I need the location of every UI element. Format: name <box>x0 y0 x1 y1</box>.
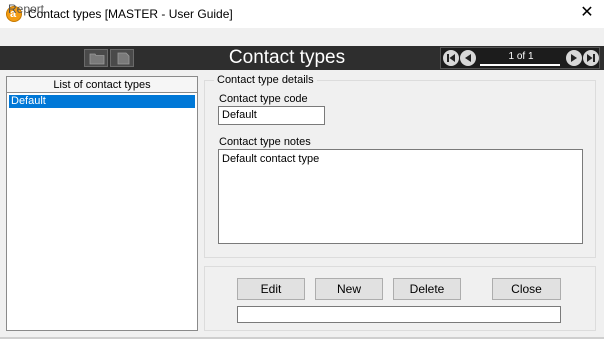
nav-first-button[interactable] <box>443 50 459 66</box>
nav-prev-icon <box>465 54 471 62</box>
notes-field[interactable]: Default contact type <box>218 149 583 244</box>
menu-bar <box>0 28 604 46</box>
details-group-title: Contact type details <box>214 73 317 87</box>
nav-last-icon <box>587 54 595 62</box>
page-indicator-underline <box>480 64 560 66</box>
edit-button[interactable]: Edit <box>237 278 305 300</box>
page-button[interactable] <box>110 49 134 67</box>
window-close-button[interactable]: ✕ <box>578 4 596 22</box>
contact-types-list[interactable] <box>6 76 198 331</box>
nav-last-button[interactable] <box>583 50 599 66</box>
nav-first-icon <box>447 54 455 62</box>
delete-button[interactable]: Delete <box>393 278 461 300</box>
folder-button[interactable] <box>84 49 108 67</box>
page-indicator: 1 of 1 <box>508 51 534 62</box>
menu-item-report[interactable]: Report <box>8 2 44 16</box>
code-field[interactable]: Default <box>218 106 325 125</box>
page-icon <box>117 52 130 65</box>
nav-next-icon <box>571 54 577 62</box>
list-item[interactable]: Default <box>9 95 195 108</box>
nav-next-button[interactable] <box>566 50 582 66</box>
list-header: List of contact types <box>7 77 197 93</box>
page-title: Contact types <box>228 47 346 68</box>
notes-label: Contact type notes <box>219 136 311 148</box>
window-title: Contact types [MASTER - User Guide] <box>28 7 233 21</box>
status-field <box>237 306 561 323</box>
folder-icon <box>89 53 105 65</box>
nav-prev-button[interactable] <box>460 50 476 66</box>
code-label: Contact type code <box>219 93 308 105</box>
close-button[interactable]: Close <box>492 278 561 300</box>
new-button[interactable]: New <box>315 278 383 300</box>
